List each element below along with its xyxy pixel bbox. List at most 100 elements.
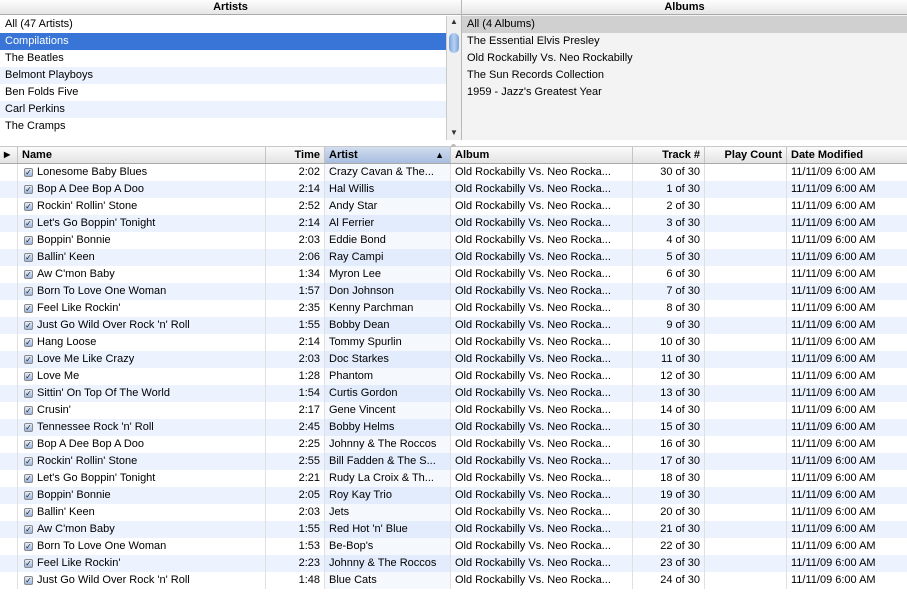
track-time: 1:55 — [266, 521, 325, 538]
track-name: Boppin' Bonnie — [18, 232, 266, 249]
track-row[interactable]: ✓ Boppin' Bonnie 2:03 Eddie Bond Old Rockabi… — [0, 232, 907, 249]
column-header-play[interactable]: ▶ — [0, 147, 18, 163]
track-artist: Red Hot 'n' Blue — [325, 521, 451, 538]
artists-scrollbar[interactable]: ▲ ▼ — [446, 16, 461, 140]
track-number: 13 of 30 — [633, 385, 705, 402]
track-time: 1:48 — [266, 572, 325, 589]
track-row[interactable]: ✓ Hang Loose 2:14 Tommy Spurlin Old Rockabil… — [0, 334, 907, 351]
track-row[interactable]: ✓ Boppin' Bonnie 2:05 Roy Kay Trio Old Rocka… — [0, 487, 907, 504]
track-time: 2:03 — [266, 232, 325, 249]
track-row[interactable]: ✓ Ballin' Keen 2:03 Jets Old Rockabilly Vs. … — [0, 504, 907, 521]
artist-item[interactable]: Belmont Playboys — [0, 67, 461, 84]
track-album: Old Rockabilly Vs. Neo Rocka... — [451, 300, 633, 317]
track-row[interactable]: ✓ Love Me 1:28 Phantom Old Rockabilly Vs. Ne… — [0, 368, 907, 385]
track-album: Old Rockabilly Vs. Neo Rocka... — [451, 368, 633, 385]
arrow-down-icon[interactable]: ▼ — [447, 128, 461, 137]
track-row[interactable]: ✓ Ballin' Keen 2:06 Ray Campi Old Rockabilly… — [0, 249, 907, 266]
track-row[interactable]: ✓ Feel Like Rockin' 2:35 Kenny Parchman Old … — [0, 300, 907, 317]
album-item[interactable]: 1959 - Jazz's Greatest Year — [462, 84, 907, 101]
album-item[interactable]: The Essential Elvis Presley — [462, 33, 907, 50]
track-row[interactable]: ✓ Just Go Wild Over Rock 'n' Roll 1:48 Blue… — [0, 572, 907, 589]
track-row[interactable]: ✓ Rockin' Rollin' Stone 2:52 Andy Star Old R… — [0, 198, 907, 215]
track-row[interactable]: ✓ Bop A Dee Bop A Doo 2:25 Johnny & The Roc… — [0, 436, 907, 453]
track-name: Aw C'mon Baby — [18, 521, 266, 538]
album-item[interactable]: The Sun Records Collection — [462, 67, 907, 84]
artist-item[interactable]: The Beatles — [0, 50, 461, 67]
play-indicator-cell — [0, 470, 18, 487]
track-number: 17 of 30 — [633, 453, 705, 470]
column-header-date-modified[interactable]: Date Modified — [787, 147, 907, 163]
track-album: Old Rockabilly Vs. Neo Rocka... — [451, 521, 633, 538]
track-play-count — [705, 249, 787, 266]
column-header-album[interactable]: Album — [451, 147, 633, 163]
scrollbar-thumb[interactable] — [449, 33, 459, 53]
track-row[interactable]: ✓ Let's Go Boppin' Tonight 2:21 Rudy La Cro… — [0, 470, 907, 487]
track-row[interactable]: ✓ Crusin' 2:17 Gene Vincent Old Rockabilly V… — [0, 402, 907, 419]
track-row[interactable]: ✓ Bop A Dee Bop A Doo 2:14 Hal Willis Old Ro… — [0, 181, 907, 198]
track-row[interactable]: ✓ Aw C'mon Baby 1:55 Red Hot 'n' Blue Old Ro… — [0, 521, 907, 538]
track-time: 2:35 — [266, 300, 325, 317]
artist-item[interactable]: Ben Folds Five — [0, 84, 461, 101]
track-play-count — [705, 419, 787, 436]
track-row[interactable]: ✓ Let's Go Boppin' Tonight 2:14 Al Ferrier O… — [0, 215, 907, 232]
track-row[interactable]: ✓ Rockin' Rollin' Stone 2:55 Bill Fadden & … — [0, 453, 907, 470]
track-row[interactable]: ✓ Born To Love One Woman 1:57 Don Johnson Ol… — [0, 283, 907, 300]
column-header-name[interactable]: Name — [18, 147, 266, 163]
artist-item[interactable]: All (47 Artists) — [0, 16, 461, 33]
track-date-modified: 11/11/09 6:00 AM — [791, 183, 876, 195]
column-header-play-count[interactable]: Play Count — [705, 147, 787, 163]
album-item[interactable]: Old Rockabilly Vs. Neo Rockabilly — [462, 50, 907, 67]
track-album: Old Rockabilly Vs. Neo Rocka... — [451, 572, 633, 589]
track-play-count — [705, 368, 787, 385]
track-name: Born To Love One Woman — [18, 538, 266, 555]
track-play-count — [705, 521, 787, 538]
track-row[interactable]: ✓ Just Go Wild Over Rock 'n' Roll 1:55 Bobb… — [0, 317, 907, 334]
track-row[interactable]: ✓ Aw C'mon Baby 1:34 Myron Lee Old Rockabill… — [0, 266, 907, 283]
track-play-count — [705, 317, 787, 334]
sort-ascending-icon: ▲ — [435, 150, 444, 160]
track-row[interactable]: ✓ Love Me Like Crazy 2:03 Doc Starkes Old Ro… — [0, 351, 907, 368]
column-header-artist[interactable]: Artist ▲ — [325, 147, 451, 163]
column-header-track-number[interactable]: Track # — [633, 147, 705, 163]
track-date-modified: 11/11/09 6:00 AM — [791, 455, 876, 467]
track-artist: Gene Vincent — [325, 402, 451, 419]
album-item[interactable]: All (4 Albums) — [462, 16, 907, 33]
artist-item[interactable]: Carl Perkins — [0, 101, 461, 118]
column-browser: Artists All (47 Artists) Compilations The … — [0, 0, 907, 140]
track-number: 9 of 30 — [633, 317, 705, 334]
track-time: 2:06 — [266, 249, 325, 266]
artists-list: All (47 Artists) Compilations The Beatles B… — [0, 16, 461, 135]
track-number: 7 of 30 — [633, 283, 705, 300]
track-artist: Ray Campi — [325, 249, 451, 266]
artists-pane-title[interactable]: Artists — [0, 0, 461, 15]
track-time: 2:03 — [266, 351, 325, 368]
track-row[interactable]: ✓ Tennessee Rock 'n' Roll 2:45 Bobby Helms O… — [0, 419, 907, 436]
track-play-count — [705, 470, 787, 487]
track-artist: Phantom — [325, 368, 451, 385]
track-album: Old Rockabilly Vs. Neo Rocka... — [451, 419, 633, 436]
track-date-modified: 11/11/09 6:00 AM — [791, 200, 876, 212]
artists-pane: Artists All (47 Artists) Compilations The … — [0, 0, 462, 140]
track-album: Old Rockabilly Vs. Neo Rocka... — [451, 181, 633, 198]
albums-pane-title[interactable]: Albums — [462, 0, 907, 15]
track-row[interactable]: ✓ Born To Love One Woman 1:53 Be-Bop's Old R… — [0, 538, 907, 555]
track-date-modified: 11/11/09 6:00 AM — [791, 319, 876, 331]
track-time: 2:55 — [266, 453, 325, 470]
play-indicator-cell — [0, 419, 18, 436]
track-row[interactable]: ✓ Lonesome Baby Blues 2:02 Crazy Cavan & Th… — [0, 164, 907, 181]
track-number: 16 of 30 — [633, 436, 705, 453]
browser-splitter[interactable] — [0, 140, 907, 149]
track-time: 2:45 — [266, 419, 325, 436]
track-album: Old Rockabilly Vs. Neo Rocka... — [451, 504, 633, 521]
track-album: Old Rockabilly Vs. Neo Rocka... — [451, 164, 633, 181]
track-row[interactable]: ✓ Sittin' On Top Of The World 1:54 Curtis G… — [0, 385, 907, 402]
column-header-time[interactable]: Time — [266, 147, 325, 163]
track-number: 24 of 30 — [633, 572, 705, 589]
track-artist: Rudy La Croix & Th... — [325, 470, 451, 487]
track-name: Born To Love One Woman — [18, 283, 266, 300]
track-row[interactable]: ✓ Feel Like Rockin' 2:23 Johnny & The Rocco… — [0, 555, 907, 572]
artist-item[interactable]: Compilations — [0, 33, 461, 50]
arrow-up-icon[interactable]: ▲ — [447, 17, 461, 26]
track-play-count — [705, 555, 787, 572]
artist-item[interactable]: The Cramps — [0, 118, 461, 135]
